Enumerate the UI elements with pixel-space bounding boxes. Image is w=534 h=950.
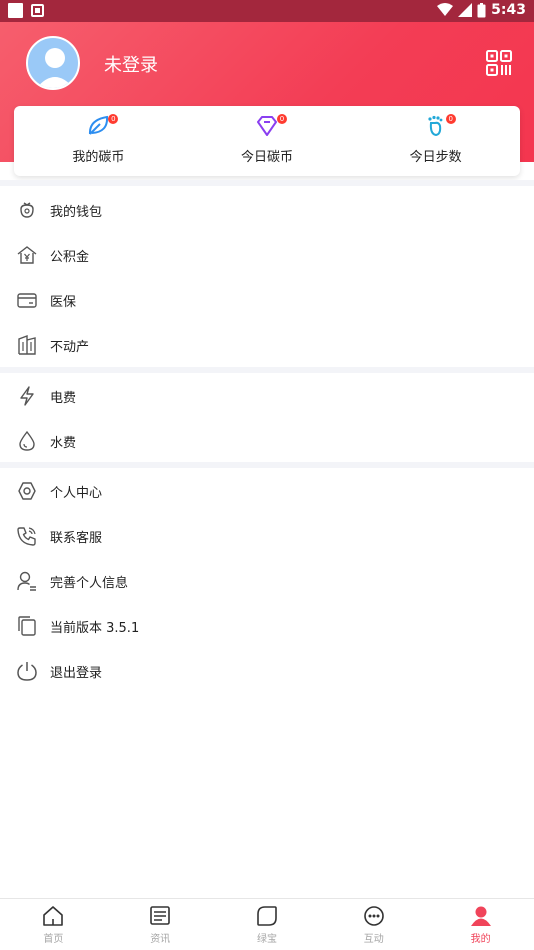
nav-label: 资讯 — [150, 934, 171, 945]
wifi-icon — [437, 3, 454, 16]
menu-item-wallet[interactable]: 我的钱包 — [0, 187, 534, 232]
leaf-icon — [89, 115, 109, 135]
menu-item-customer-service[interactable]: 联系客服 — [0, 513, 534, 558]
stat-today-steps[interactable]: 0 今日步数 — [351, 106, 520, 176]
stat-label: 今日步数 — [409, 150, 462, 165]
power-icon — [17, 662, 37, 681]
battery-icon — [477, 2, 486, 17]
login-status[interactable]: 未登录 — [104, 51, 158, 77]
nav-label: 我的 — [470, 934, 491, 945]
bottom-nav: 首页 资讯 绿宝 互动 我的 — [0, 898, 534, 950]
settings-icon — [18, 482, 36, 500]
menu-item-version[interactable]: 当前版本 3.5.1 — [0, 603, 534, 648]
housing-fund-icon — [17, 246, 37, 264]
menu-item-label: 完善个人信息 — [50, 576, 129, 591]
menu-item-housing-fund[interactable]: 公积金 — [0, 232, 534, 277]
stat-badge: 0 — [445, 114, 456, 124]
diamond-icon — [257, 116, 277, 136]
menu-item-label: 联系客服 — [50, 531, 103, 546]
menu-item-label: 公积金 — [50, 250, 90, 265]
nav-home[interactable]: 首页 — [0, 899, 107, 950]
menu-group-utilities: 电费 水费 — [0, 373, 534, 463]
stat-label: 我的碳币 — [72, 150, 125, 165]
signal-icon — [458, 3, 473, 17]
menu-item-label: 个人中心 — [50, 486, 103, 501]
leaf-note-icon — [257, 906, 277, 926]
nav-news[interactable]: 资讯 — [107, 899, 214, 950]
qr-code-icon[interactable] — [486, 50, 512, 76]
nav-interact[interactable]: 互动 — [320, 899, 427, 950]
menu-item-label: 我的钱包 — [50, 205, 103, 220]
menu-item-personal-center[interactable]: 个人中心 — [0, 468, 534, 513]
footprint-icon — [428, 115, 443, 137]
avatar[interactable] — [26, 36, 80, 90]
notification-icon — [8, 3, 23, 18]
menu-item-label: 不动产 — [50, 340, 90, 355]
notification-app-icon — [31, 4, 44, 17]
home-icon — [43, 906, 64, 926]
stat-today-carbon[interactable]: 0 今日碳币 — [183, 106, 352, 176]
section-divider — [0, 180, 534, 186]
menu-item-label: 退出登录 — [50, 666, 103, 681]
chat-icon — [363, 906, 384, 926]
menu-item-electricity[interactable]: 电费 — [0, 373, 534, 418]
wallet-icon — [20, 202, 34, 218]
menu-item-water[interactable]: 水费 — [0, 418, 534, 463]
nav-mine[interactable]: 我的 — [427, 899, 534, 950]
user-edit-icon — [17, 571, 36, 591]
stat-label: 今日碳币 — [241, 150, 294, 165]
menu-item-medical-insurance[interactable]: 医保 — [0, 277, 534, 322]
stat-badge: 0 — [108, 114, 119, 124]
menu-group-finance: 我的钱包 公积金 医保 不动产 — [0, 187, 534, 367]
nav-label: 互动 — [363, 934, 384, 945]
news-icon — [150, 906, 170, 925]
stat-my-carbon[interactable]: 0 我的碳币 — [14, 106, 183, 176]
card-icon — [17, 293, 37, 308]
menu-item-label: 水费 — [50, 436, 77, 451]
copy-icon — [18, 616, 36, 636]
nav-label: 绿宝 — [256, 934, 277, 945]
menu-item-real-estate[interactable]: 不动产 — [0, 322, 534, 367]
nav-label: 首页 — [43, 934, 64, 945]
stat-badge: 0 — [277, 114, 287, 124]
menu-item-label: 当前版本 3.5.1 — [50, 621, 140, 636]
menu-item-logout[interactable]: 退出登录 — [0, 648, 534, 693]
stats-card: 0 我的碳币 0 今日碳币 0 今日步数 — [14, 106, 520, 176]
status-time: 5:43 — [491, 2, 526, 18]
nav-green-treasure[interactable]: 绿宝 — [214, 899, 321, 950]
water-drop-icon — [19, 430, 35, 451]
status-bar: 5:43 — [0, 0, 534, 22]
lightning-icon — [20, 386, 34, 406]
menu-item-label: 医保 — [50, 295, 77, 310]
phone-icon — [17, 527, 36, 546]
menu-item-label: 电费 — [50, 391, 77, 406]
menu-item-complete-profile[interactable]: 完善个人信息 — [0, 558, 534, 603]
building-icon — [18, 334, 36, 355]
menu-group-account: 个人中心 联系客服 完善个人信息 当前版本 3.5.1 退出登录 — [0, 468, 534, 693]
user-icon — [470, 906, 491, 926]
